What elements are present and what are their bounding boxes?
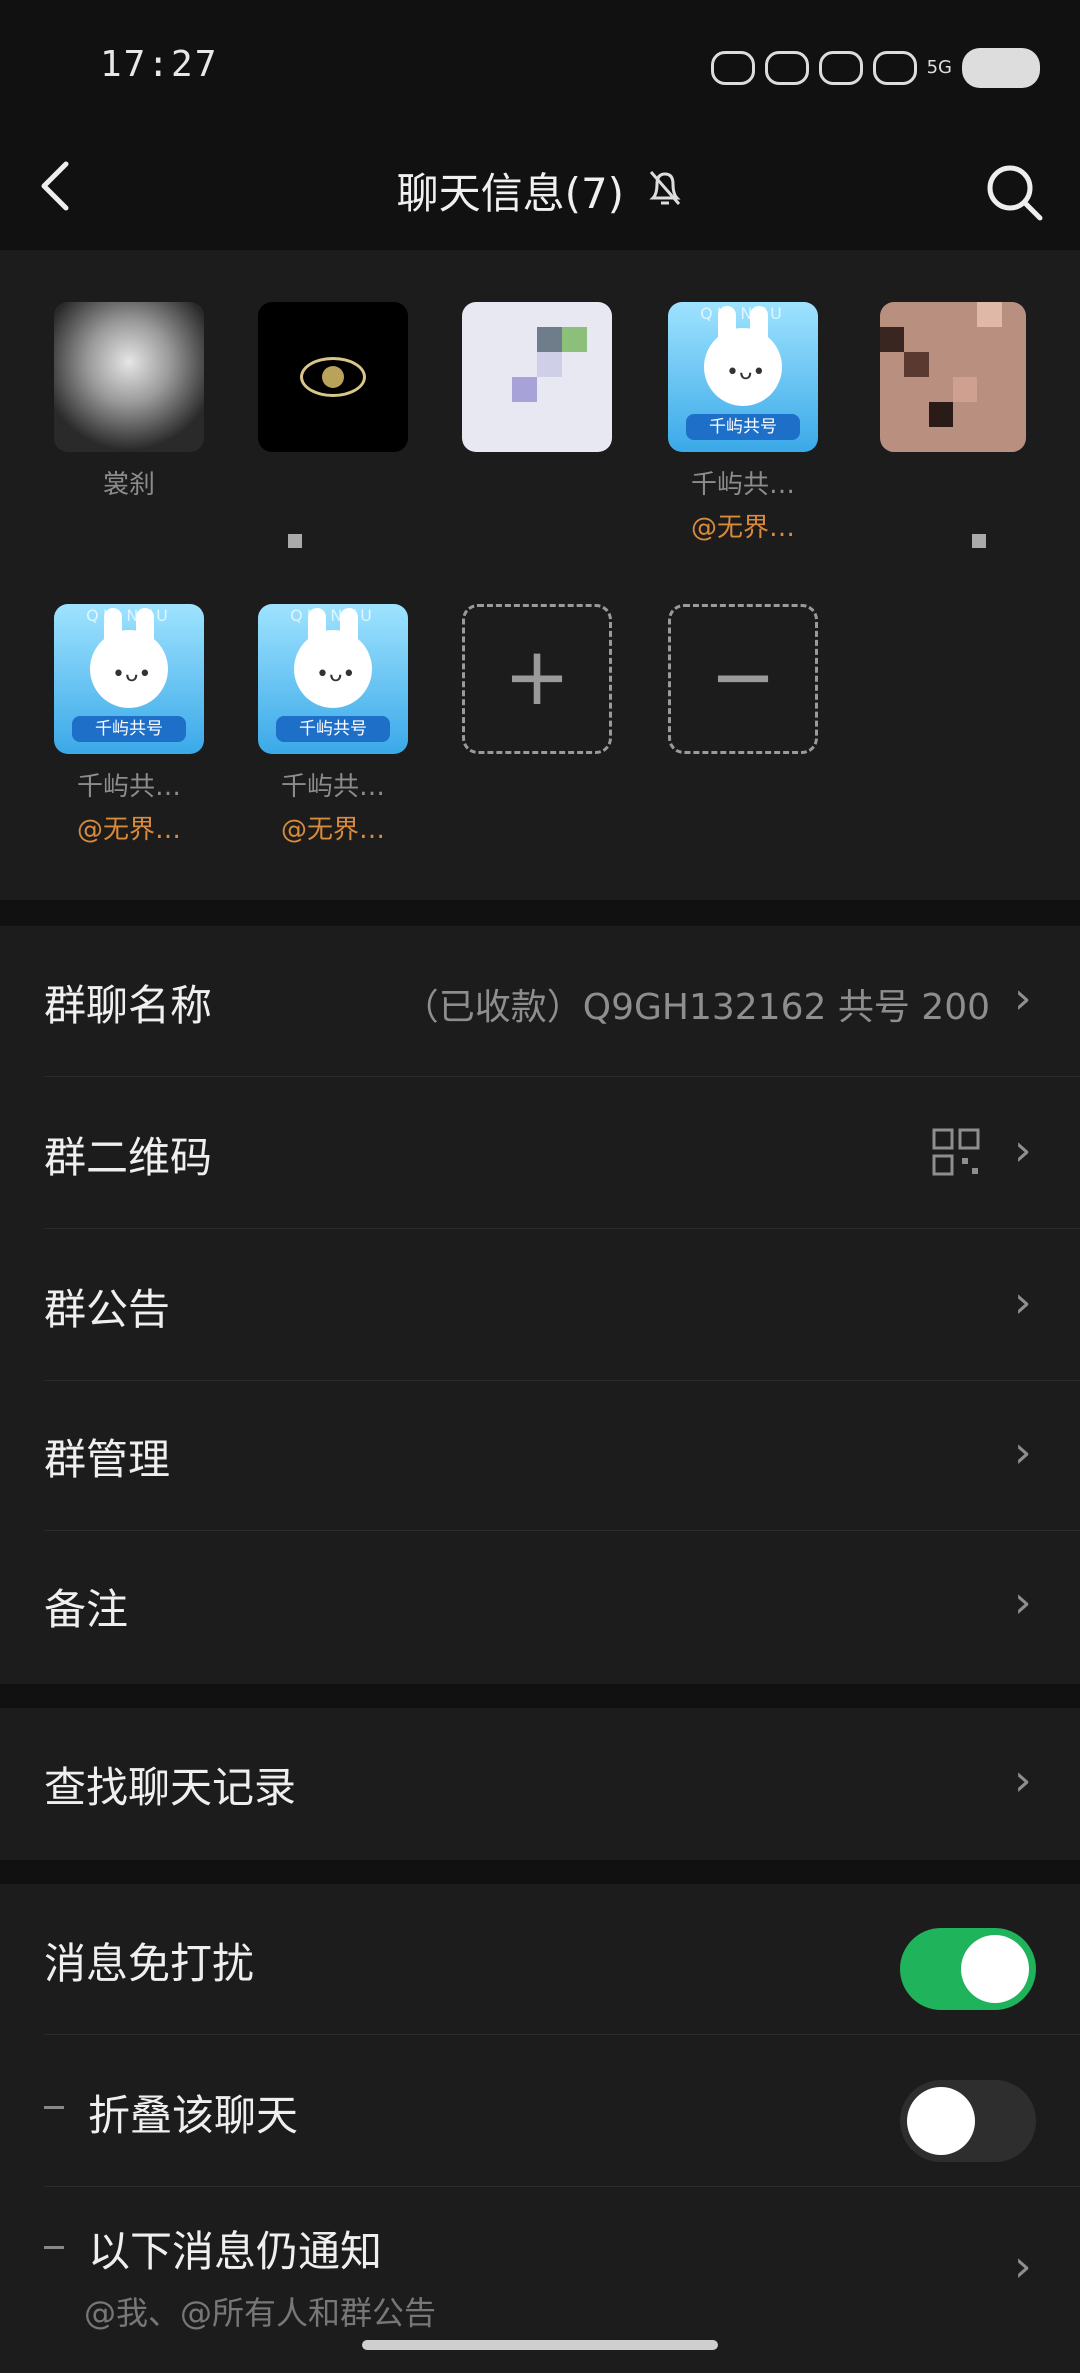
- member-tag: @无界…: [76, 815, 181, 845]
- member-item[interactable]: QIANYU •ᴗ• 千屿共号 千屿共… @无界…: [668, 302, 818, 544]
- qr-code-icon: [932, 1128, 980, 1176]
- notification-icon: [710, 51, 755, 85]
- search-history-section: 查找聊天记录 ›: [0, 1708, 1080, 1860]
- chevron-right-icon: ›: [1014, 1277, 1032, 1328]
- home-indicator[interactable]: [362, 2340, 718, 2350]
- plus-icon: +: [462, 604, 612, 754]
- group-remark-label: 备注: [44, 1585, 129, 1634]
- group-name-row[interactable]: 群聊名称 （已收款）Q9GH132162 共号 200 ›: [44, 926, 1080, 1077]
- status-icons: 5G: [710, 48, 1040, 88]
- search-button[interactable]: [980, 158, 1050, 228]
- member-item[interactable]: [880, 302, 1026, 548]
- group-notice-label: 群公告: [44, 1285, 171, 1334]
- mute-label: 消息免打扰: [44, 1939, 255, 1988]
- remove-member-button[interactable]: −: [668, 604, 818, 754]
- status-bar: 17:27 5G: [0, 0, 1080, 140]
- page-title: 聊天信息(7): [0, 160, 1080, 221]
- notification-icon: [818, 51, 863, 85]
- indent-dash: [44, 2106, 64, 2109]
- navigation-bar: 聊天信息(7): [0, 140, 1080, 250]
- member-item[interactable]: [462, 302, 612, 464]
- group-qr-label: 群二维码: [44, 1133, 213, 1182]
- fold-chat-label: 折叠该聊天: [88, 2091, 299, 2140]
- notification-icon: [872, 51, 917, 85]
- minus-icon: −: [668, 604, 818, 754]
- member-item[interactable]: 裳刹: [54, 302, 204, 501]
- member-item[interactable]: [258, 302, 408, 548]
- toggle-knob: [961, 1935, 1029, 2003]
- group-notice-row[interactable]: 群公告 ›: [44, 1230, 1080, 1381]
- avatar: QIANYU •ᴗ• 千屿共号: [258, 604, 408, 754]
- chevron-right-icon: ›: [1014, 1427, 1032, 1478]
- member-name: 裳刹: [102, 470, 155, 500]
- notification-icon: [764, 51, 809, 85]
- group-remark-row[interactable]: 备注 ›: [44, 1530, 1080, 1680]
- chevron-right-icon: ›: [1014, 1125, 1032, 1176]
- group-name-value: （已收款）Q9GH132162 共号 200: [402, 987, 990, 1028]
- chat-settings-section: 消息免打扰 折叠该聊天 以下消息仍通知 @我、@所有人和群公告 ›: [0, 1884, 1080, 2373]
- chevron-right-icon: ›: [1014, 973, 1032, 1024]
- indent-dash: [44, 2246, 64, 2249]
- chevron-right-icon: ›: [1014, 2241, 1032, 2292]
- member-item[interactable]: QIANYU •ᴗ• 千屿共号 千屿共… @无界…: [54, 604, 204, 846]
- page-title-text: 聊天信息(7): [396, 169, 625, 218]
- chevron-right-icon: ›: [1014, 1755, 1032, 1806]
- members-grid: 裳刹 QIANYU •ᴗ• 千屿共号 千屿共… @无界… QIANYU •ᴗ• …: [0, 250, 1080, 900]
- member-name: 千屿共…: [280, 772, 385, 802]
- member-name: 千屿共…: [76, 772, 181, 802]
- avatar: [258, 302, 408, 452]
- mute-toggle[interactable]: [900, 1928, 1036, 2010]
- toggle-knob: [907, 2087, 975, 2155]
- avatar: QIANYU •ᴗ• 千屿共号: [54, 604, 204, 754]
- group-qr-row[interactable]: 群二维码 ›: [44, 1078, 1080, 1229]
- member-name: 千屿共…: [690, 470, 795, 500]
- avatar: [880, 302, 1026, 452]
- mute-row: 消息免打扰: [44, 1884, 1080, 2035]
- member-item[interactable]: QIANYU •ᴗ• 千屿共号 千屿共… @无界…: [258, 604, 408, 846]
- group-manage-label: 群管理: [44, 1435, 171, 1484]
- search-history-row[interactable]: 查找聊天记录 ›: [44, 1708, 1080, 1858]
- member-tag: @无界…: [280, 815, 385, 845]
- member-tag: @无界…: [690, 513, 795, 543]
- status-time: 17:27: [100, 44, 219, 85]
- muted-bell-icon: [647, 171, 683, 217]
- notify-sublabel: @我、@所有人和群公告: [84, 2294, 437, 2332]
- group-manage-row[interactable]: 群管理 ›: [44, 1380, 1080, 1531]
- battery-icon: [962, 48, 1040, 88]
- search-history-label: 查找聊天记录: [44, 1763, 297, 1812]
- chevron-right-icon: ›: [1014, 1577, 1032, 1628]
- network-label: 5G: [926, 57, 952, 78]
- group-info-section: 群聊名称 （已收款）Q9GH132162 共号 200 › 群二维码 › 群公告…: [0, 926, 1080, 1684]
- fold-chat-row: 折叠该聊天: [44, 2036, 1080, 2187]
- notify-label: 以下消息仍通知: [88, 2227, 383, 2276]
- avatar: [462, 302, 612, 452]
- search-icon: [987, 165, 1043, 221]
- group-name-label: 群聊名称: [44, 981, 213, 1030]
- fold-chat-toggle[interactable]: [900, 2080, 1036, 2162]
- avatar: [54, 302, 204, 452]
- add-member-button[interactable]: +: [462, 604, 612, 754]
- avatar: QIANYU •ᴗ• 千屿共号: [668, 302, 818, 452]
